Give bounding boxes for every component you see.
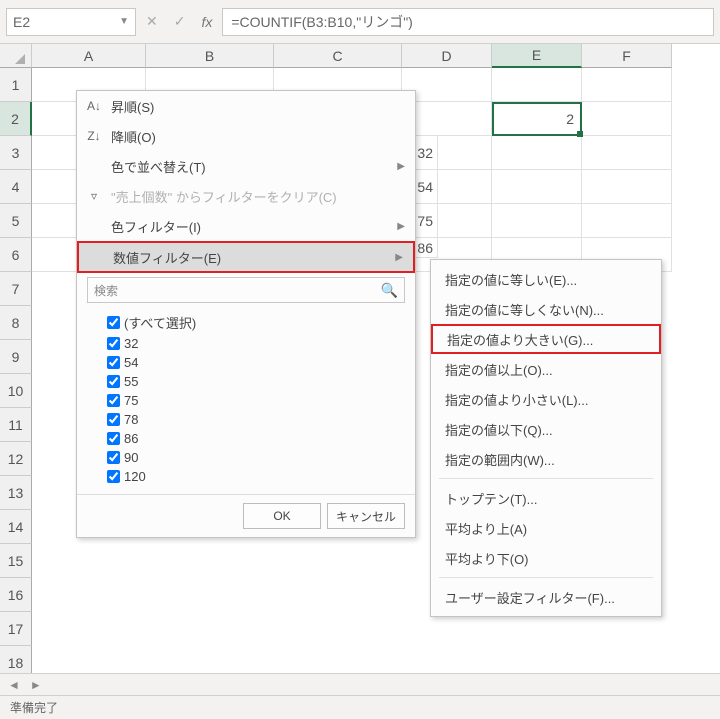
- col-header-b[interactable]: B: [146, 44, 274, 68]
- cell-value[interactable]: 86: [416, 238, 438, 258]
- status-bar: 準備完了: [0, 695, 720, 719]
- enter-icon[interactable]: ✓: [174, 13, 186, 30]
- col-header-d[interactable]: D: [402, 44, 492, 68]
- filter-equals[interactable]: 指定の値に等しい(E)...: [431, 264, 661, 294]
- filter-lte[interactable]: 指定の値以下(Q)...: [431, 414, 661, 444]
- filter-value-list: (すべて選択) 32 54 55 75 78 86 90 120: [77, 307, 415, 494]
- cancel-icon[interactable]: ✕: [146, 13, 158, 30]
- row-header[interactable]: 16: [0, 578, 32, 612]
- row-headers: 1 2 3 4 5 6 7 8 9 10 11 12 13 14 15 16 1…: [0, 68, 32, 696]
- search-input[interactable]: 検索 🔍: [87, 277, 405, 303]
- row-header[interactable]: 10: [0, 374, 32, 408]
- search-row: 検索 🔍: [77, 273, 415, 307]
- chevron-right-icon: ▶: [397, 161, 405, 172]
- sort-asc-icon: A↓: [85, 99, 103, 113]
- filter-not-equals[interactable]: 指定の値に等しくない(N)...: [431, 294, 661, 324]
- row-header[interactable]: 14: [0, 510, 32, 544]
- ok-button[interactable]: OK: [243, 503, 321, 529]
- filter-below-avg[interactable]: 平均より下(O): [431, 543, 661, 573]
- filter-between[interactable]: 指定の範囲内(W)...: [431, 444, 661, 474]
- filter-above-avg[interactable]: 平均より上(A): [431, 513, 661, 543]
- row-header[interactable]: 5: [0, 204, 32, 238]
- row-header[interactable]: 7: [0, 272, 32, 306]
- row-header[interactable]: 13: [0, 476, 32, 510]
- row-header[interactable]: 2: [0, 102, 32, 136]
- list-item[interactable]: 86: [107, 429, 405, 448]
- menu-separator: [439, 478, 653, 479]
- filter-context-menu: A↓昇順(S) Z↓降順(O) 色で並べ替え(T)▶ ▿"売上個数" からフィル…: [76, 90, 416, 538]
- clear-filter: ▿"売上個数" からフィルターをクリア(C): [77, 181, 415, 211]
- sort-descending[interactable]: Z↓降順(O): [77, 121, 415, 151]
- list-item[interactable]: 32: [107, 334, 405, 353]
- cell-reference: E2: [13, 14, 30, 30]
- checkbox[interactable]: [107, 337, 120, 350]
- list-item[interactable]: 75: [107, 391, 405, 410]
- list-item[interactable]: 54: [107, 353, 405, 372]
- row-header[interactable]: 8: [0, 306, 32, 340]
- list-item[interactable]: 55: [107, 372, 405, 391]
- filter-greater-than[interactable]: 指定の値より大きい(G)...: [431, 324, 661, 354]
- list-item-select-all[interactable]: (すべて選択): [107, 311, 405, 334]
- number-filter-submenu: 指定の値に等しい(E)... 指定の値に等しくない(N)... 指定の値より大き…: [430, 259, 662, 617]
- filter-gte[interactable]: 指定の値以上(O)...: [431, 354, 661, 384]
- checkbox[interactable]: [107, 394, 120, 407]
- filter-top10[interactable]: トップテン(T)...: [431, 483, 661, 513]
- checkbox[interactable]: [107, 432, 120, 445]
- search-placeholder: 検索: [94, 282, 118, 299]
- number-filter[interactable]: 数値フィルター(E)▶: [77, 241, 415, 273]
- checkbox[interactable]: [107, 470, 120, 483]
- chevron-right-icon: ▶: [397, 221, 405, 232]
- cell-value[interactable]: 32: [416, 136, 438, 170]
- row-header[interactable]: 17: [0, 612, 32, 646]
- col-header-f[interactable]: F: [582, 44, 672, 68]
- row-header[interactable]: 9: [0, 340, 32, 374]
- name-box[interactable]: E2 ▼: [6, 8, 136, 36]
- filter-less-than[interactable]: 指定の値より小さい(L)...: [431, 384, 661, 414]
- chevron-down-icon[interactable]: ▼: [119, 16, 129, 27]
- sort-desc-icon: Z↓: [85, 129, 103, 143]
- search-icon: 🔍: [381, 282, 398, 299]
- filter-clear-icon: ▿: [85, 189, 103, 203]
- row-header[interactable]: 15: [0, 544, 32, 578]
- list-item[interactable]: 120: [107, 467, 405, 486]
- checkbox[interactable]: [107, 316, 120, 329]
- row-header[interactable]: 11: [0, 408, 32, 442]
- sort-by-color[interactable]: 色で並べ替え(T)▶: [77, 151, 415, 181]
- checkbox[interactable]: [107, 356, 120, 369]
- cell-value[interactable]: 75: [416, 204, 438, 238]
- column-headers: A B C D E F: [32, 44, 672, 68]
- row-header[interactable]: 3: [0, 136, 32, 170]
- sheet-nav-left[interactable]: ◄: [8, 678, 20, 692]
- list-item[interactable]: 90: [107, 448, 405, 467]
- sheet-nav-right[interactable]: ►: [30, 678, 42, 692]
- col-header-a[interactable]: A: [32, 44, 146, 68]
- color-filter[interactable]: 色フィルター(I)▶: [77, 211, 415, 241]
- checkbox[interactable]: [107, 413, 120, 426]
- col-header-e[interactable]: E: [492, 44, 582, 68]
- checkbox[interactable]: [107, 451, 120, 464]
- cell-value[interactable]: 54: [416, 170, 438, 204]
- dialog-buttons: OK キャンセル: [77, 494, 415, 537]
- row-header[interactable]: 6: [0, 238, 32, 272]
- cancel-button[interactable]: キャンセル: [327, 503, 405, 529]
- sheet-tab-bar: ◄ ►: [0, 673, 720, 695]
- sort-ascending[interactable]: A↓昇順(S): [77, 91, 415, 121]
- status-ready: 準備完了: [10, 699, 58, 716]
- formula-bar: E2 ▼ ✕ ✓ fx =COUNTIF(B3:B10,"リンゴ"): [0, 0, 720, 44]
- formula-text: =COUNTIF(B3:B10,"リンゴ"): [231, 12, 412, 32]
- formula-input[interactable]: =COUNTIF(B3:B10,"リンゴ"): [222, 8, 714, 36]
- checkbox[interactable]: [107, 375, 120, 388]
- row-header[interactable]: 12: [0, 442, 32, 476]
- formula-actions: ✕ ✓ fx: [146, 13, 212, 30]
- select-all-corner[interactable]: [0, 44, 32, 68]
- menu-separator: [439, 577, 653, 578]
- fx-icon[interactable]: fx: [201, 14, 212, 30]
- selected-cell[interactable]: 2: [492, 102, 582, 136]
- chevron-right-icon: ▶: [395, 252, 403, 263]
- col-header-c[interactable]: C: [274, 44, 402, 68]
- filter-custom[interactable]: ユーザー設定フィルター(F)...: [431, 582, 661, 612]
- list-item[interactable]: 78: [107, 410, 405, 429]
- row-header[interactable]: 1: [0, 68, 32, 102]
- row-header[interactable]: 4: [0, 170, 32, 204]
